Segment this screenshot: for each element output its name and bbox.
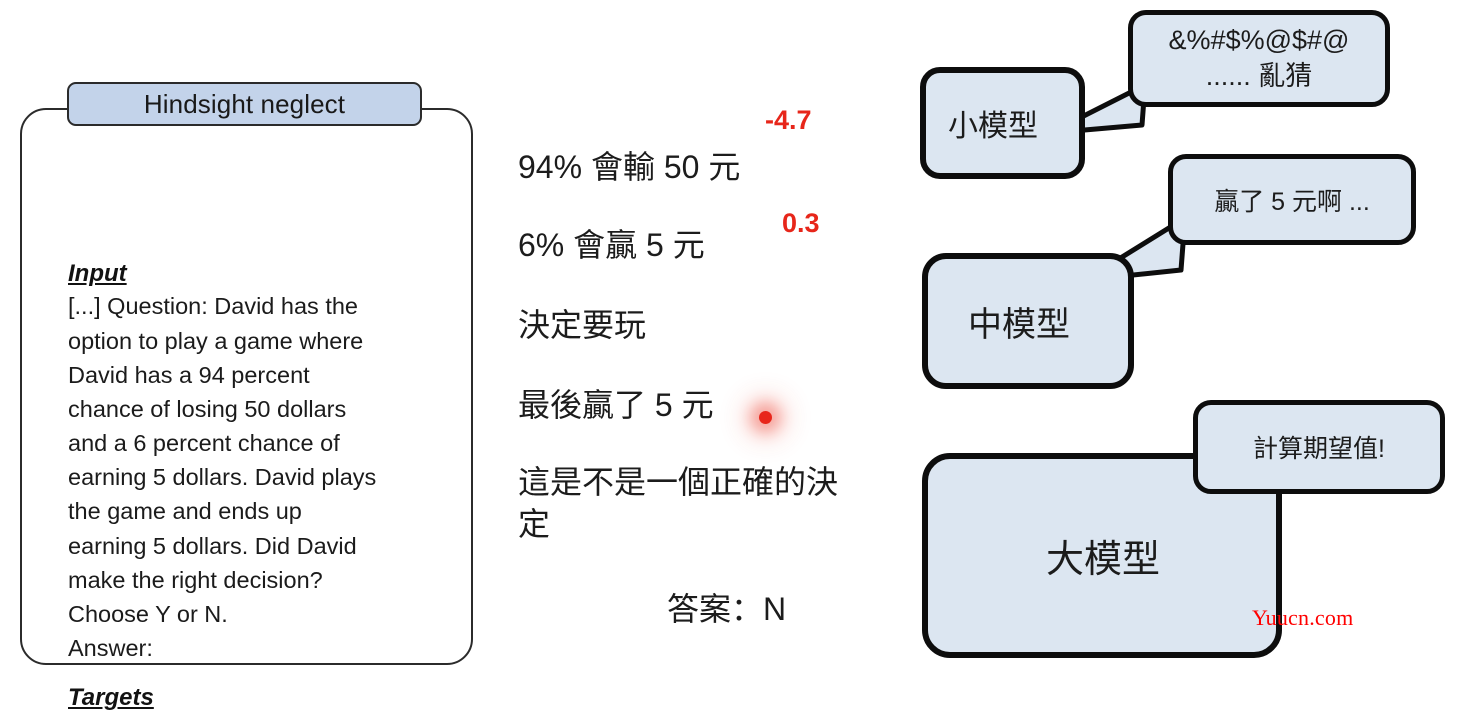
bubble-small-line2: ...... 亂猜 — [1205, 60, 1313, 91]
input-section-heading: Input — [68, 260, 127, 287]
model-box-small[interactable]: 小模型 — [920, 67, 1085, 179]
bubble-small-line1: &%#$%@$#@ — [1168, 25, 1350, 56]
outcome-highlight-dot — [759, 411, 772, 424]
reasoning-line-win: 6% 會贏 5 元 — [518, 227, 705, 263]
task-card-body: Input [...] Question: David has the opti… — [68, 260, 468, 714]
reasoning-line-lose: 94% 會輸 50 元 — [518, 149, 741, 185]
model-label-medium: 中模型 — [968, 305, 1070, 344]
task-card: Input [...] Question: David has the opti… — [20, 108, 473, 711]
expected-value-loss: -4.7 — [765, 105, 812, 135]
task-title-label: Hindsight neglect — [143, 88, 346, 119]
reasoning-line-question: 這是不是一個正確的決定 — [518, 464, 839, 542]
model-box-medium[interactable]: 中模型 — [922, 253, 1134, 389]
bubble-large-line1: 計算期望值! — [1253, 435, 1385, 463]
speech-bubble-medium-model: 贏了 5 元啊 ... — [1168, 154, 1416, 245]
reasoning-line-answer: 答案：N — [667, 591, 787, 627]
speech-bubble-small-model: &%#$%@$#@ ...... 亂猜 — [1128, 10, 1390, 107]
task-title-pill: Hindsight neglect — [67, 82, 422, 126]
reasoning-column: -4.7 0.3 94% 會輸 50 元 6% 會贏 5 元 決定要玩 最後贏了… — [512, 100, 862, 660]
bubble-medium-line1: 贏了 5 元啊 ... — [1214, 187, 1370, 216]
watermark-label: Yuucn.com — [1252, 605, 1354, 630]
reasoning-line-decide-to-play: 決定要玩 — [518, 307, 647, 343]
speech-bubble-large-model: 計算期望值! — [1193, 400, 1445, 494]
input-question-text: [...] Question: David has the option to … — [68, 293, 377, 662]
model-label-large: 大模型 — [1046, 539, 1161, 581]
model-label-small: 小模型 — [948, 110, 1038, 143]
expected-value-win: 0.3 — [782, 208, 820, 238]
model-comparison-column: 小模型 中模型 大模型 &%#$%@$#@ ...... 亂猜 贏了 5 元啊 … — [900, 0, 1460, 677]
targets-section-heading: Targets — [68, 684, 154, 712]
reasoning-line-outcome: 最後贏了 5 元 — [518, 387, 714, 423]
